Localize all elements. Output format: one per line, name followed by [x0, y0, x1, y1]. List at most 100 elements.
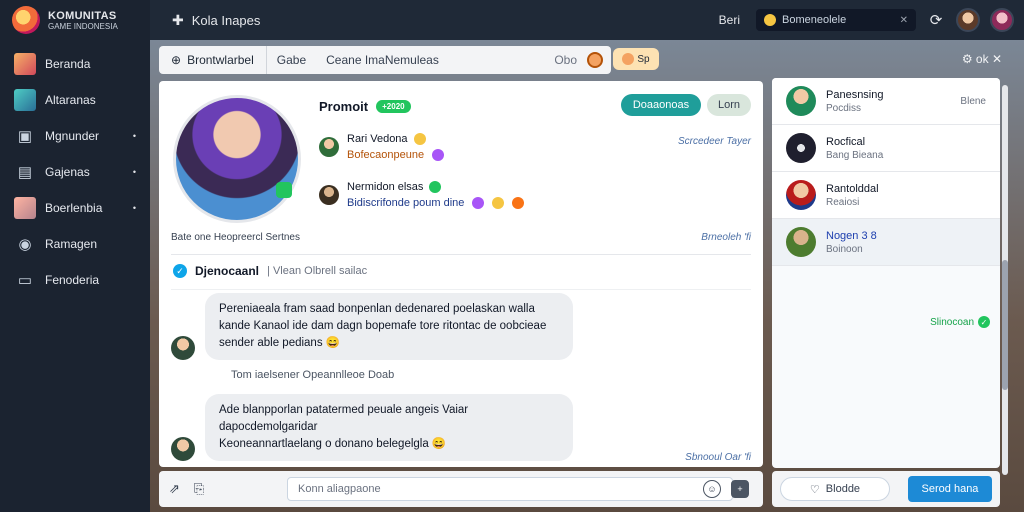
- sidebar-item-boerlenbia[interactable]: Boerlenbia •: [0, 190, 150, 226]
- friend-name: Nermidon elsas: [347, 181, 424, 193]
- timestamp: Blene: [960, 95, 986, 107]
- send-button[interactable]: Serod hana: [908, 476, 992, 502]
- avatar[interactable]: [587, 52, 603, 68]
- heart-icon: ♡: [809, 483, 820, 496]
- verified-icon: ✓: [173, 264, 187, 278]
- tab-games[interactable]: Ceane ImaNemuleas: [316, 53, 449, 67]
- brand-title: KOMUNITAS: [48, 9, 117, 22]
- tab-gabe[interactable]: Gabe: [267, 53, 316, 67]
- ghost-button[interactable]: ♡ Blodde: [780, 477, 890, 501]
- record-icon: ◉: [18, 236, 32, 253]
- gamepad-icon: ▣: [17, 128, 33, 145]
- primary-button[interactable]: Doaaonoas: [621, 94, 701, 116]
- smiley-icon: [764, 14, 776, 26]
- sidebar-item-label: Gajenas: [45, 165, 90, 179]
- sidebar-item-label: Ramagen: [45, 237, 98, 251]
- message-bubble[interactable]: Pereniaeala fram saad bonpenlan dedenare…: [205, 293, 573, 360]
- brand[interactable]: KOMUNITAS GAME INDONESIA: [0, 0, 150, 40]
- controller-icon: ⊕: [171, 53, 182, 67]
- online-icon: ✓: [978, 316, 990, 328]
- scrollbar-thumb[interactable]: [1002, 260, 1008, 390]
- chat-icon: ▤: [17, 164, 33, 181]
- divider: [171, 254, 751, 255]
- share-icon[interactable]: ⇗: [169, 481, 180, 497]
- list-item[interactable]: Rocfical Bang Bieana: [772, 125, 1000, 172]
- emoji-icon[interactable]: ☺: [703, 480, 721, 498]
- secondary-button[interactable]: Lorn: [707, 94, 751, 116]
- avatar: [786, 180, 816, 210]
- avatar: [319, 185, 339, 205]
- timestamp: Sbnooul Oar 'fi: [685, 452, 751, 463]
- sidebar-item-gajenas[interactable]: ▤ Gajenas •: [0, 154, 150, 190]
- sidebar-item-altaranas[interactable]: Altaranas: [0, 82, 150, 118]
- message-input[interactable]: Konn aliagpaone: [287, 477, 733, 501]
- profile-header: Promoit +2020: [319, 99, 411, 114]
- list-item[interactable]: Nogen 3 8 Boinoon: [772, 219, 1000, 266]
- message-row: Pereniaeala fram saad bonpenlan dedenare…: [171, 293, 573, 360]
- window-tools[interactable]: ⚙ ok ✕: [962, 52, 1002, 66]
- add-icon[interactable]: +: [731, 480, 749, 498]
- friend-entry[interactable]: Rari Vedona Bofecaonpeune: [319, 133, 445, 161]
- sidebar-item-ramagen[interactable]: ◉ Ramagen: [0, 226, 150, 262]
- timestamp: Scrcedeer Tayer: [678, 136, 751, 147]
- sidebar-item-mgnunder[interactable]: ▣ Mgnunder •: [0, 118, 150, 154]
- avatar-icon: [14, 53, 36, 75]
- search-text: Bomeneolele: [782, 14, 847, 26]
- close-icon[interactable]: ✕: [900, 15, 908, 26]
- sticker-icon: [432, 149, 445, 161]
- profile-avatar[interactable]: [173, 95, 301, 223]
- smiley-icon: [492, 197, 505, 209]
- top-title: ✚ Kola Inapes: [172, 12, 260, 29]
- avatar: [319, 137, 339, 157]
- breadcrumb[interactable]: ⊕ Brontwlarbel: [159, 46, 267, 74]
- indicator-dot: •: [132, 131, 136, 141]
- sidebar-nav: Beranda Altaranas ▣ Mgnunder • ▤ Gajenas…: [0, 46, 150, 298]
- system-note: Tom iaelsener Opeannlleoe Doab: [231, 369, 395, 381]
- friend-entry[interactable]: Nermidon elsas Bidiscrifonde poum dine: [319, 181, 525, 209]
- message-row: Ade blanpporlan patatermed peuale angeis…: [171, 394, 573, 461]
- friend-status: Bofecaonpeune: [347, 149, 425, 161]
- online-status[interactable]: Slinocoan ✓: [930, 316, 990, 328]
- list-item[interactable]: Rantolddal Reaiosi: [772, 172, 1000, 219]
- list-item[interactable]: Panesnsing Pocdiss Blene: [772, 78, 1000, 125]
- avatar[interactable]: [990, 8, 1014, 32]
- sidebar-item-label: Boerlenbia: [45, 201, 103, 215]
- profile-chat-card: Promoit +2020 Doaaonoas Lorn Scrcedeer T…: [159, 81, 763, 467]
- top-link[interactable]: Beri: [719, 13, 740, 27]
- avatar-icon: [14, 197, 36, 219]
- main-area: ⊕ Brontwlarbel Gabe Ceane ImaNemuleas Ob…: [150, 40, 1024, 512]
- search-input[interactable]: Bomeneolele ✕: [756, 9, 916, 31]
- brand-logo-icon: [12, 6, 40, 34]
- window-icon: ▭: [17, 272, 33, 289]
- divider: [171, 289, 751, 290]
- friend-name: Rari Vedona: [347, 133, 408, 145]
- conversation-list: Panesnsing Pocdiss Blene Rocfical Bang B…: [772, 78, 1000, 468]
- indicator-dot: •: [132, 167, 136, 177]
- status-chip[interactable]: Sp: [613, 48, 659, 70]
- attach-icon[interactable]: ⎘: [194, 481, 204, 497]
- sidebar-item-label: Fenoderia: [45, 273, 100, 287]
- fire-icon: [512, 197, 525, 209]
- sidebar-item-fenoderia[interactable]: ▭ Fenoderia: [0, 262, 150, 298]
- message-bubble[interactable]: Ade blanpporlan patatermed peuale angeis…: [205, 394, 573, 461]
- indicator-dot: •: [132, 203, 136, 213]
- sidebar: KOMUNITAS GAME INDONESIA Beranda Altaran…: [0, 0, 150, 512]
- avatar: [171, 336, 195, 360]
- gamepad-icon: ✚: [172, 11, 184, 28]
- profile-meta: Bate one Heopreercl Sertnes: [171, 232, 300, 243]
- top-bar: ✚ Kola Inapes Beri Bomeneolele ✕ ⟳: [150, 0, 1024, 40]
- profile-title: Promoit: [319, 99, 369, 114]
- thread-header: ✓ Djenocaanl | Vlean Olbrell sailac: [173, 264, 367, 278]
- sticker-icon: [472, 197, 485, 209]
- thread-subtitle: | Vlean Olbrell sailac: [267, 265, 368, 277]
- avatar: [786, 86, 816, 116]
- scrollbar[interactable]: [1002, 85, 1008, 475]
- avatar: [786, 133, 816, 163]
- level-badge: +2020: [376, 100, 411, 113]
- avatar[interactable]: [956, 8, 980, 32]
- avatar-icon: [622, 53, 635, 65]
- refresh-icon[interactable]: ⟳: [926, 11, 946, 29]
- sidebar-item-beranda[interactable]: Beranda: [0, 46, 150, 82]
- timestamp: Brneoleh 'fi: [701, 232, 751, 243]
- sidebar-item-label: Altaranas: [45, 93, 96, 107]
